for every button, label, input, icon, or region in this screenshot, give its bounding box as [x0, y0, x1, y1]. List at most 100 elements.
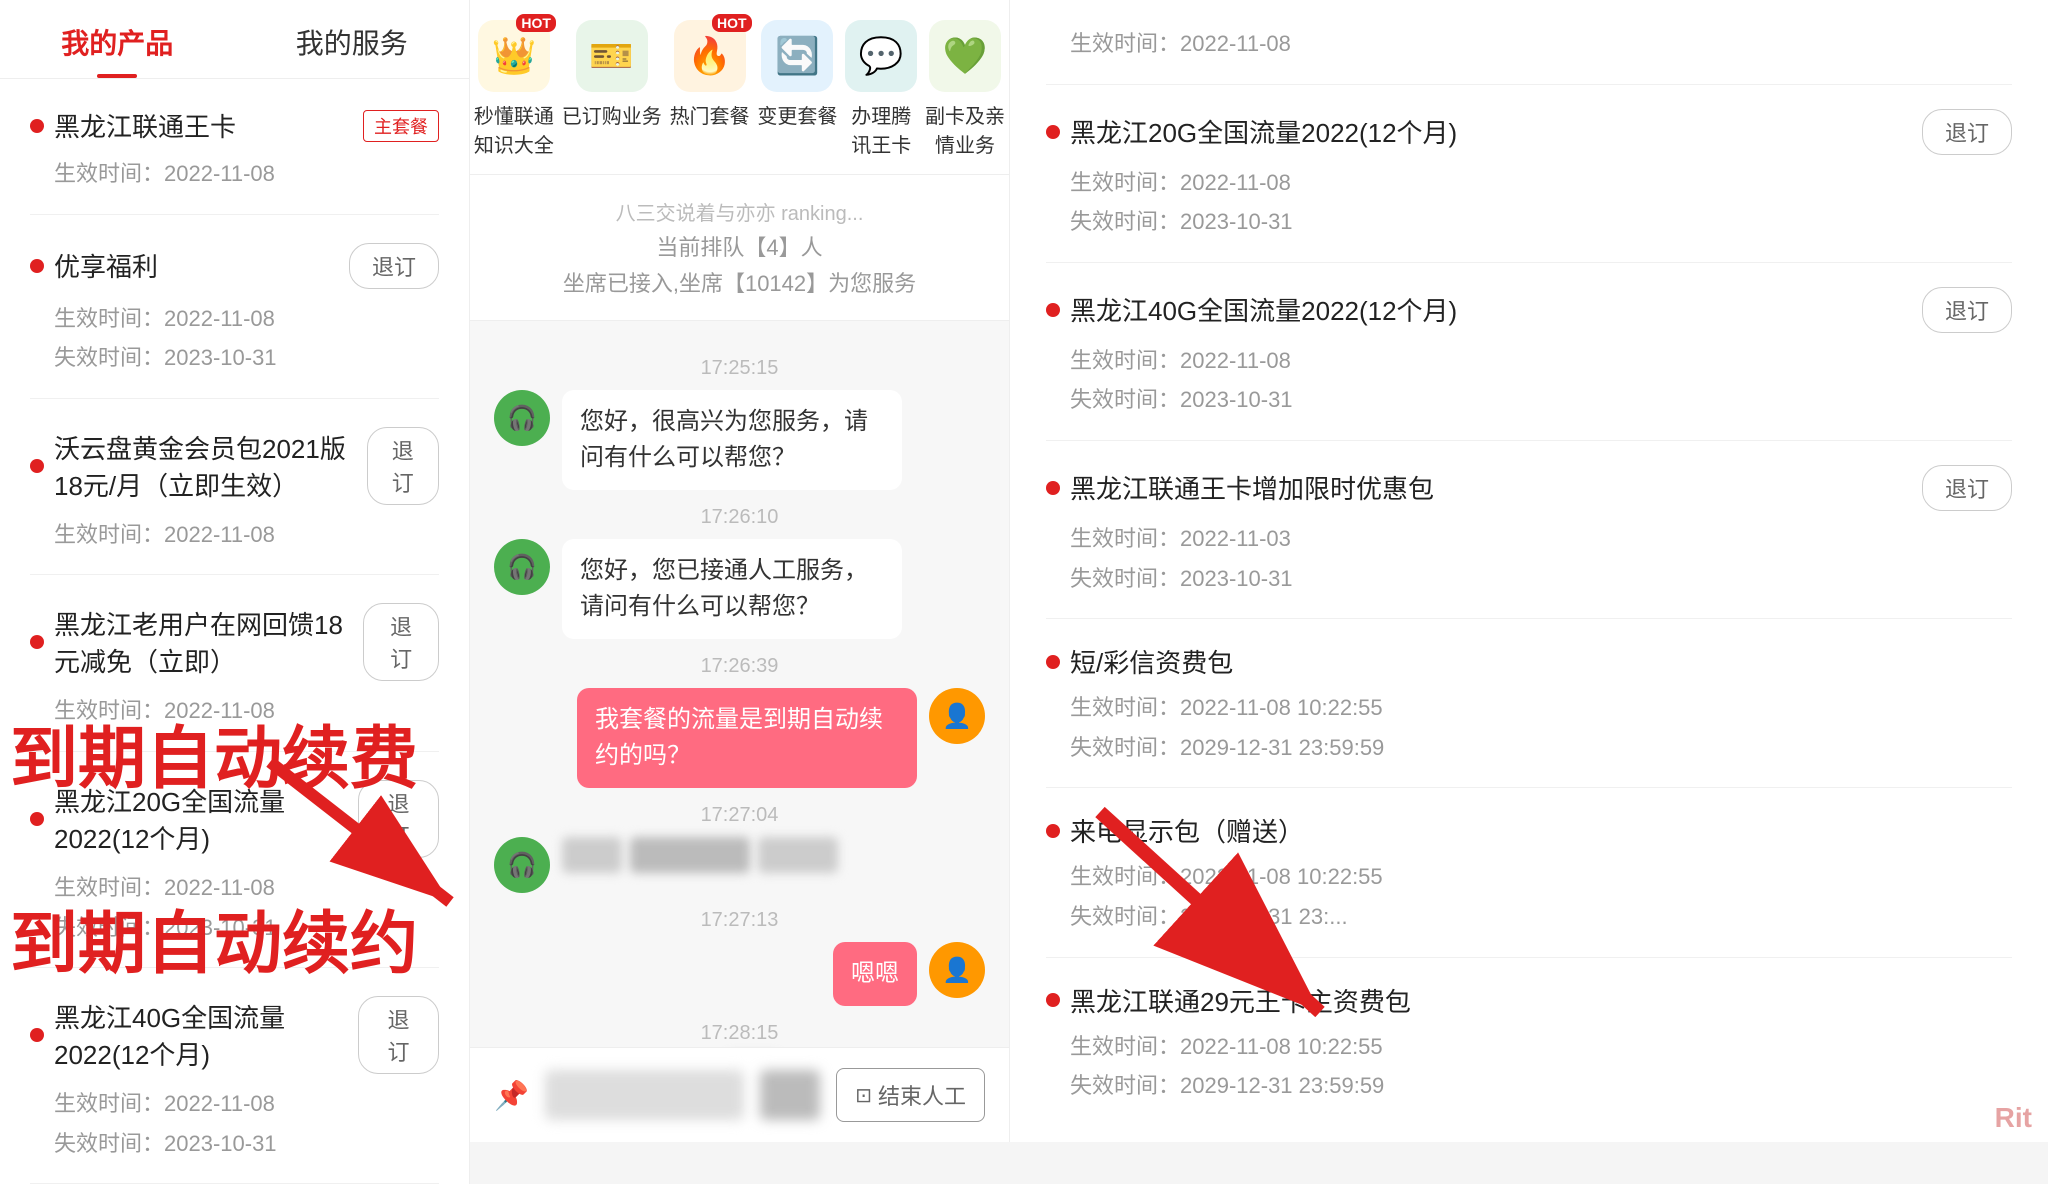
quick-actions: 👑 HOT 秒懂联通知识大全 🎫 已订购业务 🔥 HOT 热门套餐 🔄 变更套餐	[470, 0, 1009, 175]
right-product-expired: 失效时间：2029-12-31 23:59:59	[1070, 1066, 2012, 1106]
message-row: 🎧 您好，您已接通人工服务，请问有什么可以帮您？	[494, 539, 985, 639]
right-product-effective: 生效时间：2022-11-08	[1070, 163, 2012, 203]
tab-my-products[interactable]: 我的产品	[0, 0, 235, 78]
right-product-title: 来电显示包（赠送）	[1046, 812, 1304, 849]
unsubscribe-button[interactable]: 退订	[358, 996, 439, 1074]
quick-action-label: 已订购业务	[562, 100, 662, 129]
queue-notice: 八三交说着与亦亦 ranking...	[500, 197, 979, 226]
right-panel-wrapper: 生效时间：2022-11-08 黑龙江20G全国流量2022(12个月) 退订 …	[1010, 0, 2048, 1142]
chat-status-bar: 八三交说着与亦亦 ranking... 当前排队【4】人 坐席已接入,坐席【10…	[470, 175, 1009, 321]
tab-my-services[interactable]: 我的服务	[235, 0, 470, 78]
pin-icon: 📌	[494, 1079, 529, 1112]
right-product-item: 生效时间：2022-11-08	[1046, 0, 2012, 85]
status-dot	[30, 259, 44, 273]
msg-time: 17:26:10	[494, 506, 985, 529]
right-product-expired: 失效时间：2029-12-31 23:59:59	[1070, 728, 2012, 768]
status-dot	[1046, 993, 1060, 1007]
right-product-expired: 失效时间：2029-12-31 23:...	[1070, 897, 2012, 937]
product-title: 黑龙江联通王卡	[30, 107, 236, 144]
end-chat-button[interactable]: ⊡ 结束人工	[836, 1068, 985, 1122]
product-expired: 失效时间：2023-10-31	[54, 1124, 439, 1164]
yidinggou-icon: 🎫	[576, 20, 648, 92]
right-product-item: 来电显示包（赠送） 生效时间：2022-11-08 10:22:55 失效时间：…	[1046, 788, 2012, 957]
product-item: 沃云盘黄金会员包2021版18元/月（立即生效） 退订 生效时间：2022-11…	[30, 399, 439, 576]
right-product-item: 黑龙江20G全国流量2022(12个月) 退订 生效时间：2022-11-08 …	[1046, 85, 2012, 263]
unsubscribe-button[interactable]: 退订	[367, 427, 439, 505]
avatar: 🎧	[494, 390, 550, 446]
quick-action-label: 变更套餐	[757, 100, 837, 129]
product-title-row: 黑龙江老用户在网回馈18元减免（立即） 退订	[30, 603, 439, 681]
status-dot	[1046, 655, 1060, 669]
msg-time: 17:26:39	[494, 655, 985, 678]
status-dot	[30, 1028, 44, 1042]
product-effective: 生效时间：2022-11-08	[54, 868, 439, 908]
status-dot	[30, 119, 44, 133]
status-dot	[30, 812, 44, 826]
avatar: 🎧	[494, 539, 550, 595]
hot-badge: HOT	[516, 14, 556, 32]
right-title-row: 黑龙江20G全国流量2022(12个月) 退订	[1046, 109, 2012, 155]
unsubscribe-button[interactable]: 退订	[1922, 109, 2012, 155]
msg-time: 17:27:13	[494, 909, 985, 932]
chat-bubble: 您好，很高兴为您服务，请问有什么可以帮您？	[562, 390, 902, 490]
right-product-expired: 失效时间：2023-10-31	[1070, 202, 2012, 242]
queue-count: 当前排队【4】人	[500, 230, 979, 262]
msg-time: 17:25:15	[494, 357, 985, 380]
right-product-effective: 生效时间：2022-11-08 10:22:55	[1070, 688, 2012, 728]
right-title-row: 来电显示包（赠送）	[1046, 812, 2012, 849]
product-title: 优享福利	[30, 247, 158, 284]
right-panel: 生效时间：2022-11-08 黑龙江20G全国流量2022(12个月) 退订 …	[1010, 0, 2048, 1142]
right-product-effective: 生效时间：2022-11-08	[1070, 341, 2012, 381]
right-product-item: 短/彩信资费包 生效时间：2022-11-08 10:22:55 失效时间：20…	[1046, 619, 2012, 788]
product-list: 黑龙江联通王卡 主套餐 生效时间：2022-11-08 优享福利 退订 生效时间…	[0, 79, 469, 1184]
blurred-message	[562, 837, 838, 873]
unsubscribe-button[interactable]: 退订	[363, 603, 439, 681]
product-item: 黑龙江老用户在网回馈18元减免（立即） 退订 生效时间：2022-11-08	[30, 575, 439, 752]
chat-input-blurred[interactable]	[545, 1070, 744, 1120]
product-effective: 生效时间：2022-11-08	[54, 299, 439, 339]
main-package-badge: 主套餐	[363, 110, 439, 142]
unsubscribe-button[interactable]: 退订	[358, 780, 439, 858]
middle-panel: 👑 HOT 秒懂联通知识大全 🎫 已订购业务 🔥 HOT 热门套餐 🔄 变更套餐	[470, 0, 1010, 1142]
unsubscribe-button[interactable]: 退订	[349, 243, 439, 289]
user-avatar: 👤	[929, 942, 985, 998]
right-title-row: 黑龙江联通王卡增加限时优惠包 退订	[1046, 465, 2012, 511]
msg-time: 17:28:15	[494, 1022, 985, 1045]
hot-badge: HOT	[712, 14, 752, 32]
right-product-title: 黑龙江联通29元王卡主资费包	[1046, 982, 1411, 1019]
status-dot	[30, 635, 44, 649]
product-item: 黑龙江20G全国流量2022(12个月) 退订 生效时间：2022-11-08 …	[30, 752, 439, 968]
user-chat-bubble: 我套餐的流量是到期自动续约的吗？	[577, 688, 917, 788]
quick-action-change-package[interactable]: 🔄 变更套餐	[757, 20, 837, 158]
quick-action-yidinggou[interactable]: 🎫 已订购业务	[562, 20, 662, 158]
quick-action-zhidong[interactable]: 👑 HOT 秒懂联通知识大全	[474, 20, 554, 158]
product-expired: 失效时间：2023-10-31	[54, 908, 439, 948]
right-product-item-main: 黑龙江联通29元王卡主资费包 生效时间：2022-11-08 10:22:55 …	[1046, 958, 2012, 1142]
right-title-row: 黑龙江40G全国流量2022(12个月) 退订	[1046, 287, 2012, 333]
seat-notice: 坐席已接入,坐席【10142】为您服务	[500, 266, 979, 298]
end-chat-icon: ⊡	[855, 1083, 872, 1108]
right-product-title: 黑龙江20G全国流量2022(12个月)	[1046, 113, 1457, 150]
change-package-icon: 🔄	[761, 20, 833, 92]
quick-action-tencent[interactable]: 💬 办理腾讯王卡	[845, 20, 917, 158]
unsubscribe-button[interactable]: 退订	[1922, 287, 2012, 333]
right-title-row: 短/彩信资费包	[1046, 643, 2012, 680]
right-product-item: 黑龙江40G全国流量2022(12个月) 退订 生效时间：2022-11-08 …	[1046, 263, 2012, 441]
product-effective: 生效时间：2022-11-08	[54, 691, 439, 731]
hotpackage-icon: 🔥 HOT	[674, 20, 746, 92]
product-title-row: 优享福利 退订	[30, 243, 439, 289]
product-item: 黑龙江联通王卡 主套餐 生效时间：2022-11-08	[30, 79, 439, 215]
right-product-effective: 生效时间：2022-11-08	[1070, 24, 2012, 64]
right-title-row: 黑龙江联通29元王卡主资费包	[1046, 982, 2012, 1019]
user-avatar: 👤	[929, 688, 985, 744]
left-panel: 我的产品 我的服务 黑龙江联通王卡 主套餐 生效时间：2022-11-08	[0, 0, 470, 1184]
status-dot	[1046, 125, 1060, 139]
quick-action-family[interactable]: 💚 副卡及亲情业务	[925, 20, 1005, 158]
quick-action-label: 办理腾讯王卡	[851, 100, 911, 158]
chat-send-blurred[interactable]	[760, 1070, 820, 1120]
status-dot	[1046, 481, 1060, 495]
quick-action-hotpackage[interactable]: 🔥 HOT 热门套餐	[670, 20, 750, 158]
product-effective: 生效时间：2022-11-08	[54, 515, 439, 555]
unsubscribe-button[interactable]: 退订	[1922, 465, 2012, 511]
product-effective: 生效时间：2022-11-08	[54, 1084, 439, 1124]
